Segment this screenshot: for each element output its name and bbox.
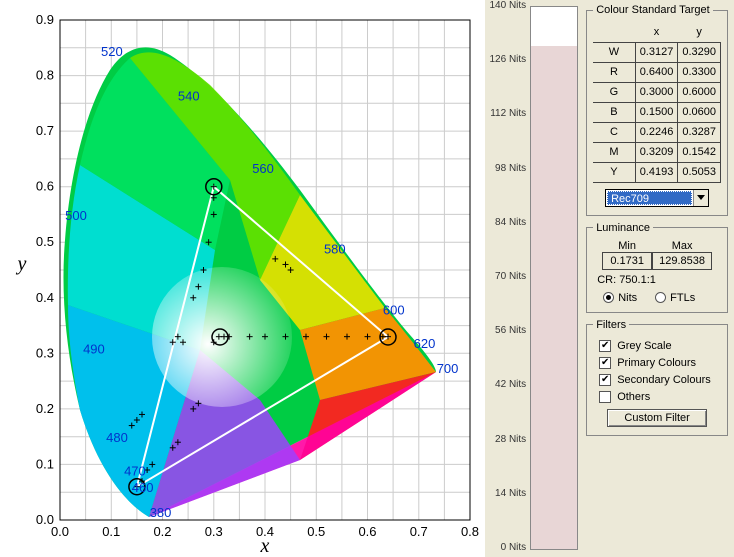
svg-text:460: 460 (132, 480, 154, 495)
table-row: M0.32090.1542 (593, 142, 720, 162)
preset-dropdown[interactable]: Rec709 (605, 189, 709, 207)
table-row: G0.30000.6000 (593, 82, 720, 102)
filter-secondary-checkbox[interactable]: ✔ Secondary Colours (599, 374, 721, 386)
x-axis-label: x (260, 535, 270, 557)
lum-min-value: 0.1731 (602, 252, 652, 270)
nits-tick-labels: 140 Nits126 Nits112 Nits98 Nits84 Nits70… (485, 0, 530, 557)
controls-panel: Colour Standard Target x y W0.31270.3290… (584, 0, 734, 557)
svg-text:600: 600 (383, 302, 405, 317)
svg-text:0.4: 0.4 (36, 290, 54, 305)
units-ftls-radio[interactable]: FTLs (655, 292, 695, 304)
filters-legend: Filters (593, 319, 629, 331)
svg-text:580: 580 (324, 241, 346, 256)
table-row: Y0.41930.5053 (593, 162, 720, 182)
col-y-header: y (678, 22, 721, 42)
chromaticity-chart: 380460470480490500520540560580600620700 … (0, 0, 490, 557)
colour-standard-table: x y W0.31270.3290R0.64000.3300G0.30000.6… (593, 22, 721, 183)
y-axis-label: y (16, 253, 27, 275)
colour-standard-target-group: Colour Standard Target x y W0.31270.3290… (586, 4, 728, 216)
svg-text:0.6: 0.6 (358, 524, 376, 539)
svg-text:380: 380 (150, 505, 172, 520)
svg-text:0.5: 0.5 (307, 524, 325, 539)
svg-text:0.3: 0.3 (205, 524, 223, 539)
checkbox-icon: ✔ (599, 357, 611, 369)
lum-min-label: Min (602, 240, 652, 252)
table-row: W0.31270.3290 (593, 42, 720, 62)
svg-text:0.1: 0.1 (102, 524, 120, 539)
contrast-ratio-label: CR: 750.1:1 (597, 274, 721, 286)
lum-max-value: 129.8538 (652, 252, 712, 270)
table-row: R0.64000.3300 (593, 62, 720, 82)
svg-text:520: 520 (101, 44, 123, 59)
radio-dot-icon (655, 292, 666, 303)
units-nits-radio[interactable]: Nits (603, 292, 637, 304)
svg-text:0.6: 0.6 (36, 179, 54, 194)
app-root: 380460470480490500520540560580600620700 … (0, 0, 734, 557)
radio-dot-icon (603, 292, 614, 303)
svg-text:0.5: 0.5 (36, 234, 54, 249)
svg-text:0.8: 0.8 (461, 524, 479, 539)
checkbox-icon: ✔ (599, 340, 611, 352)
svg-text:0.7: 0.7 (36, 123, 54, 138)
svg-text:0.2: 0.2 (36, 401, 54, 416)
svg-text:0.3: 0.3 (36, 345, 54, 360)
nits-bar-fill (531, 46, 577, 549)
svg-text:620: 620 (414, 336, 436, 351)
filter-others-checkbox[interactable]: Others (599, 391, 721, 403)
svg-text:490: 490 (83, 341, 105, 356)
filter-grey-scale-checkbox[interactable]: ✔ Grey Scale (599, 340, 721, 352)
col-x-header: x (635, 22, 678, 42)
svg-text:470: 470 (124, 464, 146, 479)
svg-text:0.2: 0.2 (153, 524, 171, 539)
luminance-legend: Luminance (593, 222, 653, 234)
svg-text:540: 540 (178, 89, 200, 104)
custom-filter-button[interactable]: Custom Filter (607, 409, 707, 427)
svg-text:500: 500 (65, 208, 87, 223)
chevron-down-icon[interactable] (693, 190, 708, 206)
nits-bar (530, 6, 578, 550)
svg-text:560: 560 (252, 161, 274, 176)
filters-group: Filters ✔ Grey Scale ✔ Primary Colours ✔… (586, 319, 728, 436)
svg-text:0.7: 0.7 (410, 524, 428, 539)
checkbox-icon: ✔ (599, 374, 611, 386)
preset-selected: Rec709 (607, 191, 692, 205)
table-row: C0.22460.3287 (593, 122, 720, 142)
svg-text:0.8: 0.8 (36, 68, 54, 83)
svg-text:0.1: 0.1 (36, 456, 54, 471)
svg-text:700: 700 (437, 361, 459, 376)
lum-max-label: Max (652, 240, 712, 252)
chromaticity-chart-panel: 380460470480490500520540560580600620700 … (0, 0, 485, 557)
svg-text:480: 480 (106, 430, 128, 445)
filter-primary-checkbox[interactable]: ✔ Primary Colours (599, 357, 721, 369)
table-row: B0.15000.0600 (593, 102, 720, 122)
svg-text:0.9: 0.9 (36, 12, 54, 27)
colour-standard-legend: Colour Standard Target (593, 4, 713, 16)
checkbox-icon (599, 391, 611, 403)
luminance-group: Luminance Min 0.1731 Max 129.8538 CR: 75… (586, 222, 728, 313)
nits-bar-panel: 140 Nits126 Nits112 Nits98 Nits84 Nits70… (485, 0, 584, 557)
svg-text:0.0: 0.0 (36, 512, 54, 527)
